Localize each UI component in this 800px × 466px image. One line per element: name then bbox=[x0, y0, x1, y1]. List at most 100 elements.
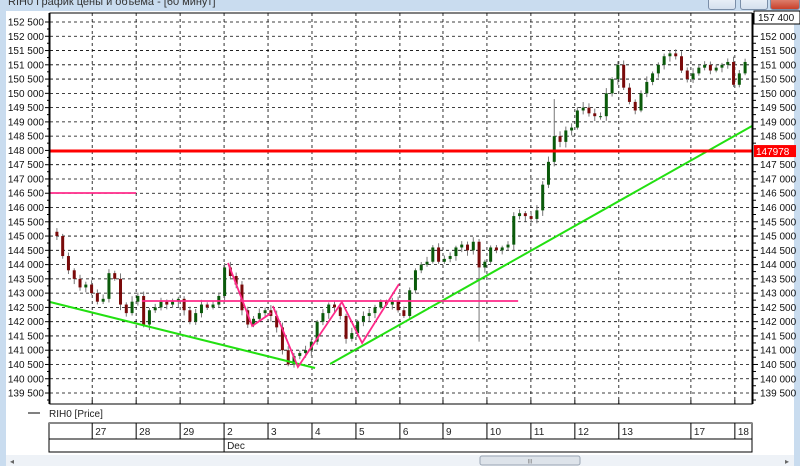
candle-body bbox=[512, 216, 516, 245]
candle-body bbox=[645, 81, 649, 94]
left-tick-label: 140 500 bbox=[8, 360, 45, 371]
candle-body bbox=[679, 56, 683, 71]
candle-body bbox=[599, 116, 603, 118]
right-tick-label: 149 000 bbox=[760, 117, 797, 128]
date-label: 12 bbox=[578, 427, 590, 438]
candle-body bbox=[367, 313, 371, 316]
candle-body bbox=[610, 79, 614, 94]
candle-body bbox=[95, 293, 99, 302]
candle-body bbox=[656, 64, 660, 74]
candle-body bbox=[691, 73, 695, 80]
chart-window: RIH0 График цены и объема - [60 минут] 1… bbox=[0, 0, 800, 466]
candle-body bbox=[361, 315, 365, 322]
right-tick-label: 140 000 bbox=[760, 374, 797, 385]
scroll-left-arrow[interactable]: ◂ bbox=[10, 457, 14, 466]
left-tick-label: 147 000 bbox=[8, 174, 45, 185]
candle-body bbox=[737, 73, 741, 85]
chart-background bbox=[6, 11, 794, 455]
candle-body bbox=[489, 247, 493, 262]
left-tick-label: 149 500 bbox=[8, 103, 45, 114]
candle-body bbox=[147, 310, 151, 325]
right-tick-label: 142 500 bbox=[760, 303, 797, 314]
candle-body bbox=[477, 241, 481, 268]
scroll-grip: III bbox=[527, 460, 532, 466]
left-tick-label: 150 000 bbox=[8, 89, 45, 100]
right-tick-label: 152 000 bbox=[760, 32, 797, 43]
candle-body bbox=[564, 130, 568, 142]
candle-body bbox=[188, 310, 192, 322]
candle-body bbox=[674, 53, 678, 57]
candle-body bbox=[61, 236, 65, 257]
candle-body bbox=[494, 247, 498, 251]
candle-body bbox=[396, 301, 400, 311]
date-label: 13 bbox=[622, 427, 634, 438]
date-label: 27 bbox=[95, 427, 107, 438]
month-row bbox=[48, 438, 753, 453]
candle-body bbox=[413, 270, 417, 291]
candle-body bbox=[460, 244, 464, 248]
candle-body bbox=[587, 107, 591, 114]
candle-body bbox=[483, 261, 487, 268]
candle-body bbox=[720, 64, 724, 68]
right-tick-label: 149 500 bbox=[760, 103, 797, 114]
right-tick-label: 143 500 bbox=[760, 274, 797, 285]
left-tick-label: 143 500 bbox=[8, 274, 45, 285]
horizontal-scrollbar[interactable]: ◂ ▸ III bbox=[6, 455, 794, 466]
price-chart[interactable]: 152 500 152 000 151 500 151 000 150 500 150 0… bbox=[0, 0, 800, 466]
candle-body bbox=[639, 93, 643, 111]
candle-body bbox=[518, 213, 522, 217]
candle-body bbox=[558, 136, 562, 142]
right-tick-label: 146 500 bbox=[760, 189, 797, 200]
scroll-right-arrow[interactable]: ▸ bbox=[785, 457, 789, 466]
left-tick-label: 152 000 bbox=[8, 32, 45, 43]
candle-body bbox=[622, 64, 626, 88]
candle-body bbox=[171, 301, 175, 305]
date-label: 5 bbox=[359, 427, 365, 438]
left-tick-label: 145 500 bbox=[8, 217, 45, 228]
right-tick-label: 145 000 bbox=[760, 232, 797, 243]
candle-body bbox=[552, 136, 556, 162]
right-tick-label: 143 000 bbox=[760, 289, 797, 300]
date-label: 9 bbox=[446, 427, 452, 438]
left-tick-label: 147 500 bbox=[8, 160, 45, 171]
left-tick-label: 146 500 bbox=[8, 189, 45, 200]
date-label: 18 bbox=[738, 427, 750, 438]
candle-body bbox=[575, 110, 579, 128]
candle-body bbox=[616, 64, 620, 80]
candle-body bbox=[350, 333, 354, 339]
candle-body bbox=[327, 304, 331, 314]
candle-body bbox=[697, 67, 701, 74]
candle-body bbox=[708, 64, 712, 71]
candle-body bbox=[373, 307, 377, 314]
candle-body bbox=[662, 56, 666, 65]
right-tick-label: 141 000 bbox=[760, 346, 797, 357]
left-tick-label: 144 500 bbox=[8, 246, 45, 257]
right-tick-label: 142 000 bbox=[760, 317, 797, 328]
candle-body bbox=[130, 301, 134, 314]
candle-body bbox=[743, 61, 747, 74]
right-tick-label: 151 500 bbox=[760, 46, 797, 57]
left-tick-label: 148 500 bbox=[8, 132, 45, 143]
candle-body bbox=[84, 284, 88, 288]
candle-body bbox=[107, 273, 111, 299]
candle-body bbox=[223, 267, 227, 296]
candle-body bbox=[257, 313, 261, 319]
left-tick-label: 139 500 bbox=[8, 389, 45, 400]
candle-body bbox=[321, 313, 325, 322]
right-tick-label: 141 500 bbox=[760, 331, 797, 342]
candle-body bbox=[136, 295, 140, 302]
candle-body bbox=[165, 301, 169, 305]
right-tick-label: 151 000 bbox=[760, 60, 797, 71]
candle-body bbox=[668, 53, 672, 57]
left-tick-label: 143 000 bbox=[8, 289, 45, 300]
candle-body bbox=[408, 290, 412, 316]
candle-body bbox=[529, 216, 533, 219]
right-tick-label: 139 500 bbox=[760, 389, 797, 400]
month-label: Dec bbox=[227, 441, 245, 452]
candle-body bbox=[714, 67, 718, 71]
candle-body bbox=[66, 256, 70, 271]
right-tick-label: 144 500 bbox=[760, 246, 797, 257]
candle-body bbox=[72, 270, 76, 279]
left-tick-label: 152 500 bbox=[8, 18, 45, 29]
current-price-label: 147978 bbox=[756, 147, 790, 158]
